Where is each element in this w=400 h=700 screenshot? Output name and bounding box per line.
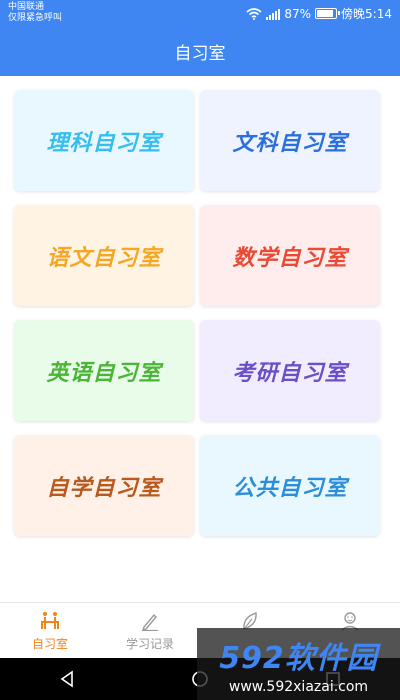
watermark-title: 592软件园 xyxy=(219,641,378,676)
tab-label: 学习记录 xyxy=(125,637,174,651)
room-card-self-study[interactable]: 自学自习室 xyxy=(14,435,194,536)
status-bar: 中国联通 仅限紧急呼叫 87% 傍晚5:14 xyxy=(0,0,400,26)
room-card-label: 公共自习室 xyxy=(232,475,348,501)
tab-study-room[interactable]: 自习室 xyxy=(0,603,100,658)
status-indicators: 87% 傍晚5:14 xyxy=(246,5,392,22)
pen-icon xyxy=(141,613,158,631)
battery-icon xyxy=(315,8,341,19)
room-card-label: 自学自习室 xyxy=(46,475,162,501)
tab-study-record[interactable]: 学习记录 xyxy=(100,603,200,658)
battery-percent: 87% xyxy=(284,6,312,21)
room-card-liberal-arts[interactable]: 文科自习室 xyxy=(200,90,380,191)
watermark-overlay: 592软件园 www.592xiazai.com xyxy=(197,628,400,700)
back-icon[interactable] xyxy=(57,669,77,689)
room-card-label: 理科自习室 xyxy=(46,130,162,156)
study-room-icon xyxy=(41,612,59,629)
tab-label: 自习室 xyxy=(31,637,68,651)
title-bar: 自习室 xyxy=(0,26,400,76)
room-card-english[interactable]: 英语自习室 xyxy=(14,320,194,421)
room-card-label: 英语自习室 xyxy=(46,360,162,386)
room-card-chinese[interactable]: 语文自习室 xyxy=(14,205,194,306)
room-card-label: 数学自习室 xyxy=(232,245,348,271)
carrier-info: 中国联通 仅限紧急呼叫 xyxy=(8,2,62,24)
status-time: 傍晚5:14 xyxy=(341,7,392,21)
room-card-math[interactable]: 数学自习室 xyxy=(200,205,380,306)
signal-icon xyxy=(266,8,281,20)
watermark-url: www.592xiazai.com xyxy=(228,679,369,695)
room-card-postgraduate[interactable]: 考研自习室 xyxy=(200,320,380,421)
room-card-label: 文科自习室 xyxy=(232,130,348,156)
carrier-name: 中国联通 xyxy=(8,2,45,12)
room-card-public[interactable]: 公共自习室 xyxy=(200,435,380,536)
room-card-science[interactable]: 理科自习室 xyxy=(14,90,194,191)
room-card-label: 语文自习室 xyxy=(46,245,162,271)
page-title: 自习室 xyxy=(174,43,226,64)
carrier-status: 仅限紧急呼叫 xyxy=(8,13,63,23)
app-screen: 中国联通 仅限紧急呼叫 87% 傍晚5:14 自习室 理科自习室 文科自习室 语… xyxy=(0,0,400,700)
room-card-label: 考研自习室 xyxy=(232,360,348,386)
room-grid: 理科自习室 文科自习室 语文自习室 数学自习室 英语自习室 考研自习室 自学自习… xyxy=(14,90,386,536)
wifi-icon xyxy=(246,7,262,20)
